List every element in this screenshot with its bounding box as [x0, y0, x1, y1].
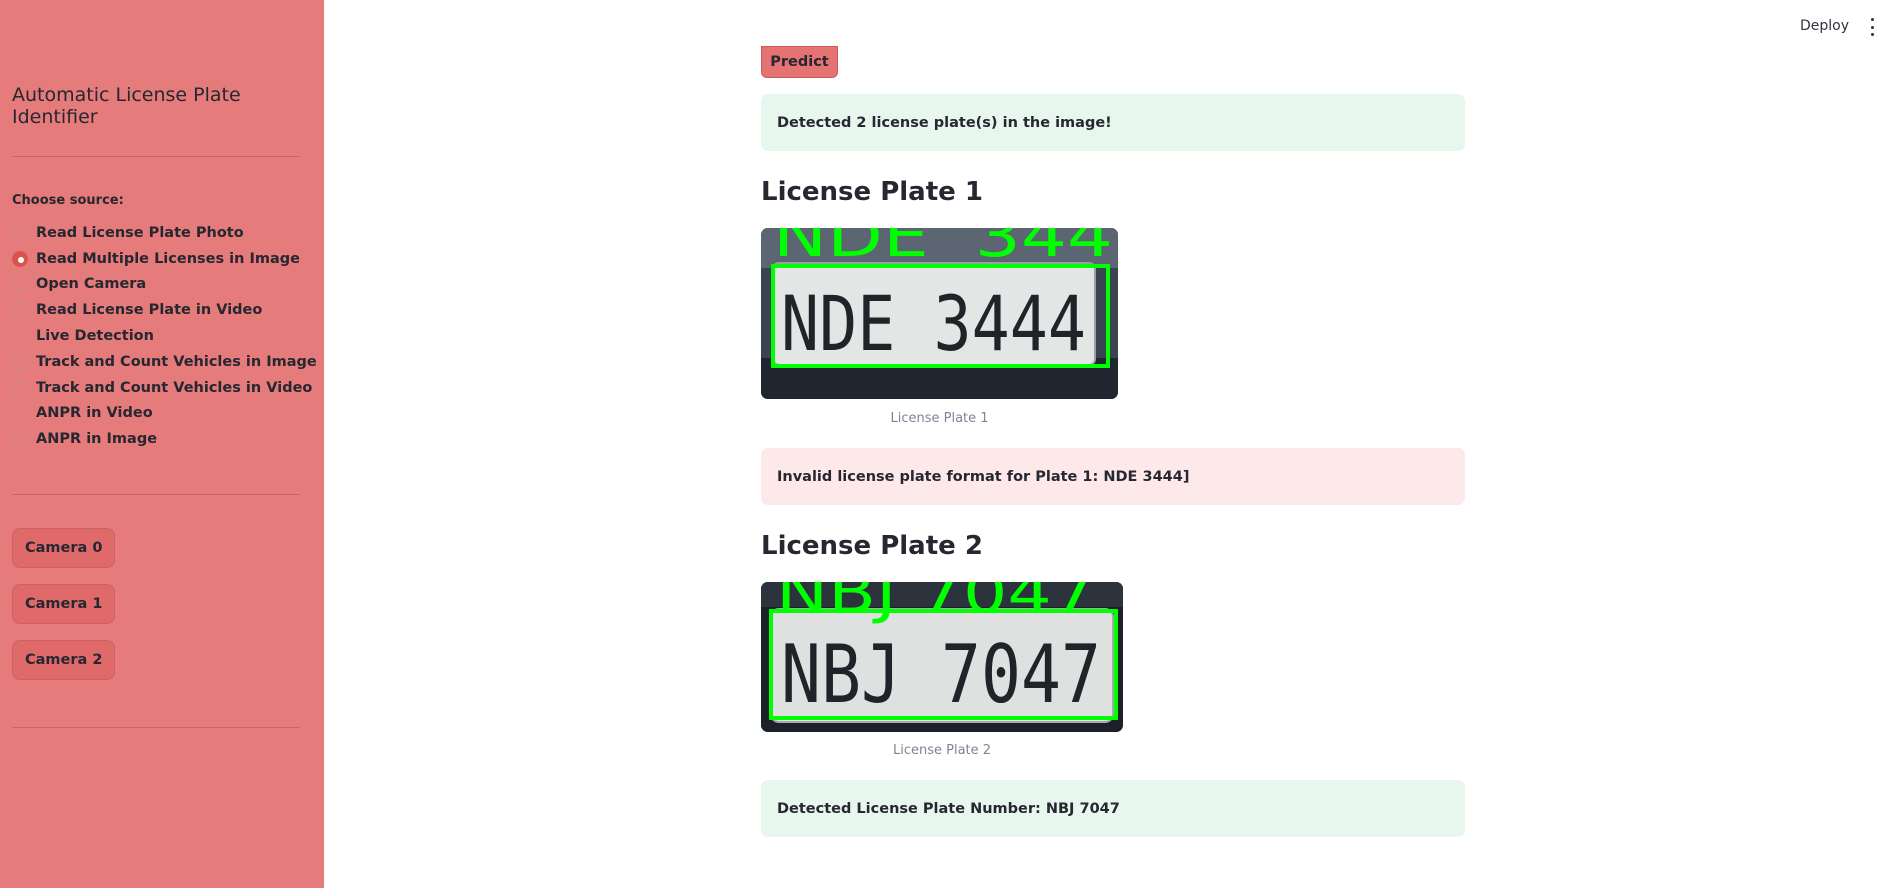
- radio-button-icon[interactable]: [12, 302, 28, 319]
- radio-label: Open Camera: [36, 276, 147, 293]
- radio-button-selected-icon[interactable]: [12, 250, 28, 267]
- radio-option-anpr-video[interactable]: ANPR in Video: [12, 401, 317, 427]
- radio-option-open-camera[interactable]: Open Camera: [12, 272, 317, 298]
- radio-button-icon[interactable]: [12, 379, 28, 396]
- kebab-menu-icon[interactable]: [1868, 18, 1876, 36]
- camera-2-button[interactable]: Camera 2: [12, 640, 116, 680]
- radio-label: Track and Count Vehicles in Video: [36, 379, 313, 396]
- plate-1-image: NDE 3444 NDE 344: [761, 228, 1118, 399]
- plate-2-image: NBJ 7047 NBJ 7047: [761, 582, 1123, 732]
- plate-2-heading: License Plate 2: [761, 531, 983, 561]
- plate-2-plate-text: NBJ 7047: [781, 628, 1101, 721]
- sidebar: Automatic License Plate Identifier Choos…: [0, 0, 324, 888]
- radio-label: Read License Plate in Video: [36, 302, 263, 319]
- camera-1-button[interactable]: Camera 1: [12, 584, 116, 624]
- kebab-dot: [1870, 25, 1874, 29]
- radio-option-anpr-image[interactable]: ANPR in Image: [12, 426, 317, 452]
- plate-2-caption: License Plate 2: [892, 743, 992, 758]
- sidebar-divider: [12, 727, 300, 728]
- source-radio-group: Read License Plate Photo Read Multiple L…: [12, 220, 317, 452]
- radio-button-icon[interactable]: [12, 431, 28, 448]
- plate-1-error-alert: Invalid license plate format for Plate 1…: [761, 448, 1465, 505]
- plate-2-success-alert: Detected License Plate Number: NBJ 7047: [761, 780, 1465, 837]
- radio-button-icon[interactable]: [12, 276, 28, 293]
- radio-option-read-license-plate-video[interactable]: Read License Plate in Video: [12, 297, 317, 323]
- kebab-dot: [1870, 33, 1874, 36]
- radio-label: Live Detection: [36, 328, 154, 345]
- radio-button-icon[interactable]: [12, 353, 28, 370]
- radio-label: Read Multiple Licenses in Image: [36, 250, 301, 267]
- sidebar-divider: [12, 156, 300, 157]
- radio-label: ANPR in Image: [36, 431, 158, 448]
- detected-count-alert: Detected 2 license plate(s) in the image…: [761, 94, 1465, 151]
- predict-button[interactable]: Predict: [761, 46, 838, 78]
- sidebar-title: Automatic License Plate Identifier: [12, 84, 241, 128]
- radio-button-icon[interactable]: [12, 328, 28, 345]
- radio-option-read-multiple-licenses[interactable]: Read Multiple Licenses in Image: [12, 246, 317, 272]
- radio-option-live-detection[interactable]: Live Detection: [12, 323, 317, 349]
- kebab-dot: [1870, 18, 1874, 21]
- radio-button-icon[interactable]: [12, 224, 28, 241]
- plate-1-heading: License Plate 1: [761, 177, 983, 207]
- radio-button-icon[interactable]: [12, 405, 28, 422]
- plate-1-graphic: NDE 3444 NDE 344: [761, 228, 1118, 399]
- radio-option-read-license-plate-photo[interactable]: Read License Plate Photo: [12, 220, 317, 246]
- radio-option-track-count-video[interactable]: Track and Count Vehicles in Video: [12, 375, 317, 401]
- sidebar-divider: [12, 494, 300, 495]
- radio-label: Track and Count Vehicles in Image: [36, 353, 317, 370]
- source-label: Choose source:: [12, 193, 124, 208]
- plate-2-graphic: NBJ 7047 NBJ 7047: [761, 582, 1123, 732]
- plate-2-overlay-text: NBJ 7047: [776, 582, 1096, 626]
- plate-1-caption: License Plate 1: [890, 411, 989, 426]
- camera-0-button[interactable]: Camera 0: [12, 528, 116, 568]
- deploy-button[interactable]: Deploy: [1800, 18, 1849, 34]
- plate-1-overlay-text: NDE 344: [773, 228, 1113, 270]
- radio-label: ANPR in Video: [36, 405, 153, 422]
- radio-option-track-count-image[interactable]: Track and Count Vehicles in Image: [12, 349, 317, 375]
- plate-1-plate-text: NDE 3444: [781, 279, 1086, 368]
- radio-label: Read License Plate Photo: [36, 224, 244, 241]
